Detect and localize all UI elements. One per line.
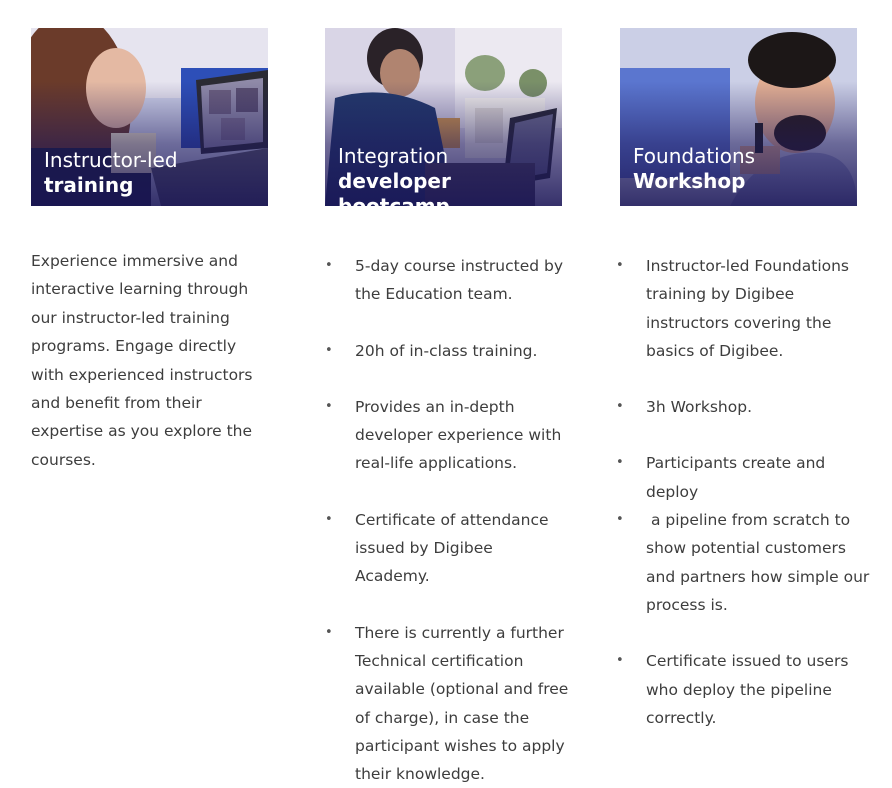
instructor-led-card-image[interactable]: Instructor-led training [31, 28, 268, 206]
card-title-line2: training [44, 173, 134, 197]
list-item: 3h Workshop. [616, 393, 878, 422]
list-item: Certificate of attendance issued by Digi… [325, 506, 570, 591]
bootcamp-feature-list: 5-day course instructed by the Education… [325, 252, 570, 788]
list-item: Instructor-led Foundations training by D… [616, 252, 878, 365]
workshop-feature-list: Instructor-led Foundations training by D… [616, 252, 878, 732]
card-caption: Instructor-led training [44, 148, 178, 198]
bootcamp-card-image[interactable]: Integration developer bootcamp [325, 28, 562, 206]
card-title-line1: Integration [338, 144, 449, 168]
list-item: 5-day course instructed by the Education… [325, 252, 570, 309]
card-caption: Foundations Workshop [633, 144, 755, 194]
instructor-led-description: Experience immersive and interactive lea… [31, 252, 253, 469]
card-title-line1: Instructor-led [44, 148, 178, 172]
card-caption: Integration developer bootcamp [338, 144, 562, 206]
list-item: There is currently a further Technical c… [325, 619, 570, 788]
card-title-line1: Foundations [633, 144, 756, 168]
list-item: Provides an in-depth developer experienc… [325, 393, 570, 478]
card-title-line2: Workshop [633, 169, 746, 193]
list-item: Certificate issued to users who deploy t… [616, 647, 878, 732]
workshop-card-image[interactable]: Foundations Workshop [620, 28, 857, 206]
list-item: 20h of in-class training. [325, 337, 570, 366]
list-item: Participants create and deploy [616, 449, 878, 506]
card-title-line2: developer bootcamp [338, 169, 451, 206]
list-item: a pipeline from scratch to show potentia… [616, 506, 878, 619]
